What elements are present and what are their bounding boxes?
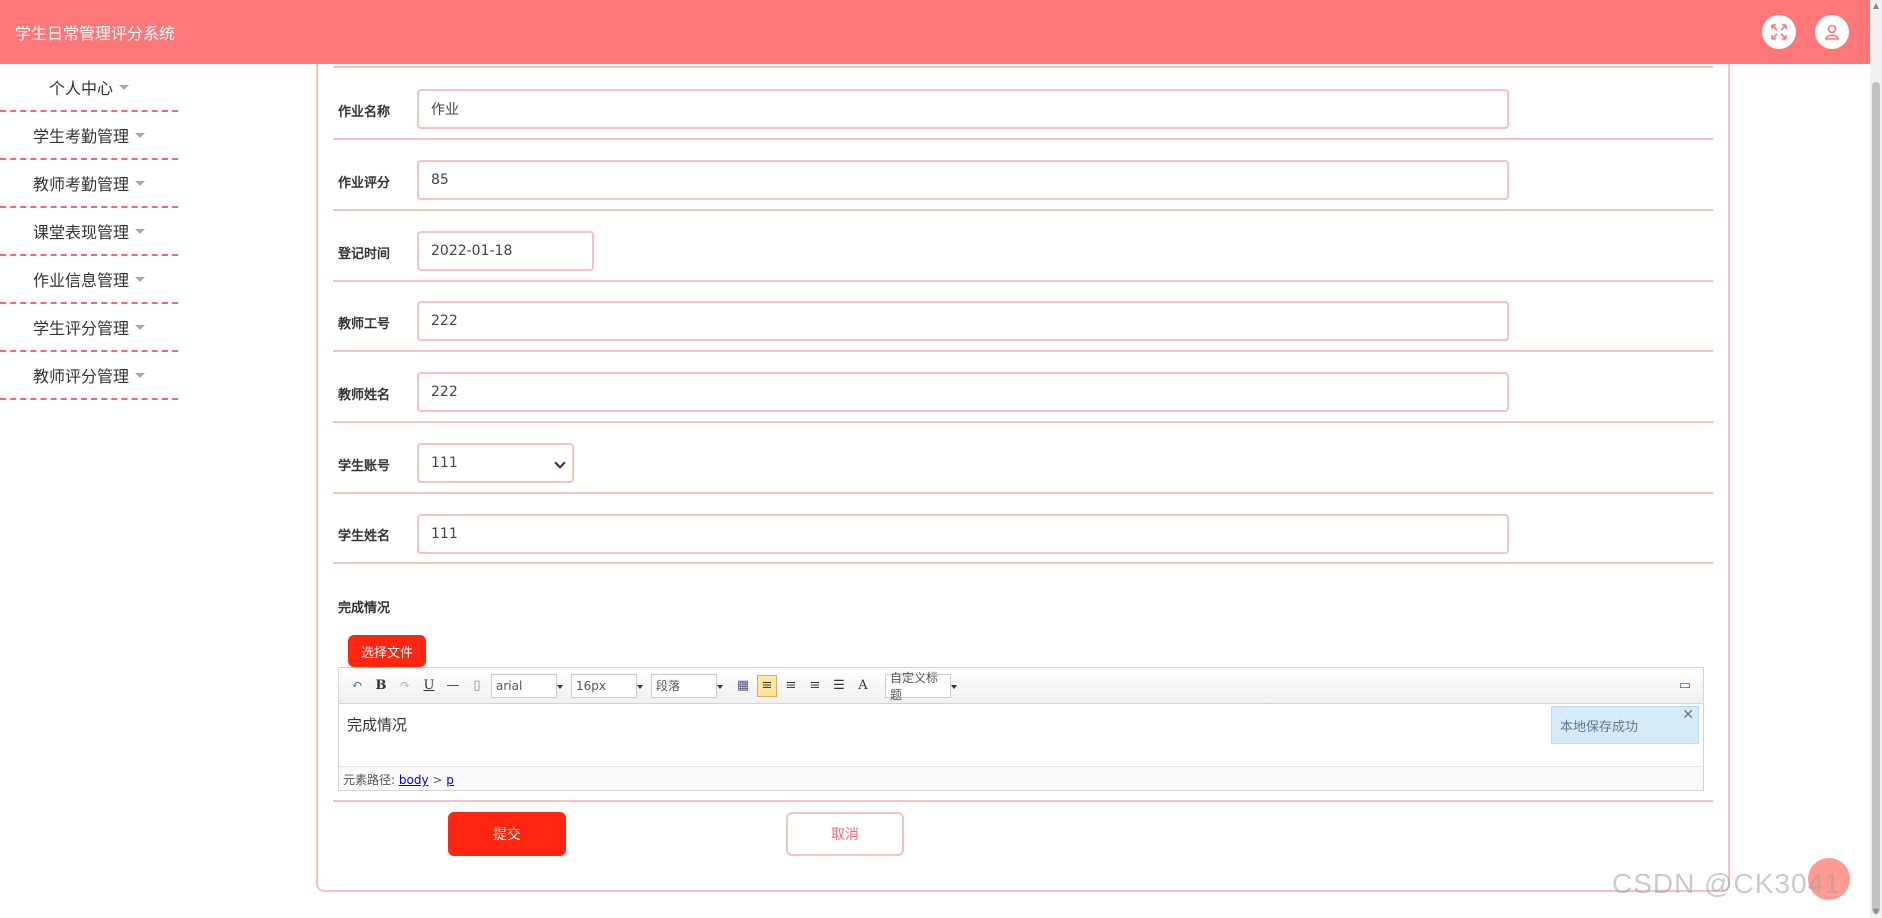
expand-icon xyxy=(1771,24,1787,40)
watermark: CSDN @CK3041 xyxy=(1612,868,1841,899)
document-icon[interactable]: ▯ xyxy=(467,675,487,697)
element-path-label: 元素路径: xyxy=(343,773,396,787)
user-menu-button[interactable] xyxy=(1815,15,1849,49)
student-name-input[interactable]: 111 xyxy=(417,514,1509,554)
sidebar-item-teacher-score[interactable]: 教师评分管理 xyxy=(0,352,178,400)
editor-content-area[interactable]: 完成情况 本地保存成功 ✕ xyxy=(339,704,1703,766)
record-time-date-input[interactable]: 2022-01-18 xyxy=(417,231,594,271)
align-center-icon[interactable]: ≡ xyxy=(805,675,825,697)
teacher-name-input[interactable]: 222 xyxy=(417,372,1509,412)
cancel-button[interactable]: 取消 xyxy=(786,812,904,856)
homework-name-label: 作业名称 xyxy=(338,105,391,120)
underline-icon[interactable]: U xyxy=(419,675,439,697)
sidebar-item-teacher-attendance[interactable]: 教师考勤管理 xyxy=(0,160,178,208)
element-path-body-link[interactable]: body xyxy=(399,773,429,787)
align-left-icon[interactable]: ≡ xyxy=(757,674,777,697)
rich-text-editor: ↶ B ↷ U — ▯ arial 16px 段落 ▦ ≡ ≡ ≡ ☰ A 自定… xyxy=(338,667,1704,791)
page-scrollbar[interactable]: ▲ ▼ xyxy=(1870,0,1882,918)
element-path-p-link[interactable]: p xyxy=(446,773,454,787)
homework-name-input[interactable]: 作业 xyxy=(417,89,1509,129)
sidebar-menu: 个人中心 学生考勤管理 教师考勤管理 课堂表现管理 作业信息管理 学生评分管理 … xyxy=(0,64,178,400)
choose-file-button[interactable]: 选择文件 xyxy=(348,635,426,667)
font-family-select[interactable]: arial xyxy=(491,673,563,698)
student-name-label: 学生姓名 xyxy=(338,529,391,544)
teacher-id-label: 教师工号 xyxy=(338,317,391,332)
sidebar-item-label: 教师考勤管理 xyxy=(32,175,129,194)
teacher-id-input[interactable]: 222 xyxy=(417,301,1509,341)
student-account-selected: 111 xyxy=(431,455,458,471)
caret-down-icon xyxy=(119,84,129,90)
completion-label: 完成情况 xyxy=(338,601,391,616)
sidebar-item-label: 学生评分管理 xyxy=(32,319,129,338)
horizontal-rule-icon[interactable]: — xyxy=(443,675,463,697)
caret-down-icon xyxy=(135,180,145,186)
submit-button[interactable]: 提交 xyxy=(448,812,566,856)
homework-score-label: 作业评分 xyxy=(338,176,391,191)
app-title: 学生日常管理评分系统 xyxy=(15,24,176,43)
sidebar-item-student-score[interactable]: 学生评分管理 xyxy=(0,304,178,352)
row-divider xyxy=(333,66,1713,68)
paragraph-select[interactable]: 段落 xyxy=(651,673,723,698)
table-icon[interactable]: ▦ xyxy=(733,675,753,697)
homework-score-input[interactable]: 85 xyxy=(417,160,1509,200)
student-account-select[interactable]: 111 xyxy=(417,443,574,483)
caret-down-icon xyxy=(135,132,145,138)
save-toast: 本地保存成功 ✕ xyxy=(1551,706,1699,744)
editor-toolbar: ↶ B ↷ U — ▯ arial 16px 段落 ▦ ≡ ≡ ≡ ☰ A 自定… xyxy=(339,668,1703,704)
caret-down-icon xyxy=(135,228,145,234)
chevron-down-icon xyxy=(554,457,566,469)
teacher-name-label: 教师姓名 xyxy=(338,388,391,403)
element-path-separator: > xyxy=(432,773,443,787)
sidebar-item-label: 个人中心 xyxy=(48,79,113,98)
scrollbar-thumb[interactable] xyxy=(1872,82,1880,914)
custom-title-select[interactable]: 自定义标题 xyxy=(885,671,957,702)
sidebar-item-homework-info[interactable]: 作业信息管理 xyxy=(0,256,178,304)
scroll-down-icon[interactable]: ▼ xyxy=(1872,908,1880,916)
redo-icon[interactable]: ↷ xyxy=(395,675,415,697)
scroll-up-icon[interactable]: ▲ xyxy=(1872,2,1880,10)
caret-down-icon xyxy=(135,276,145,282)
font-size-select[interactable]: 16px xyxy=(571,673,643,698)
editor-content: 完成情况 xyxy=(347,716,408,734)
close-icon[interactable]: ✕ xyxy=(1682,707,1694,723)
sidebar-item-label: 作业信息管理 xyxy=(32,271,129,290)
user-icon xyxy=(1825,24,1839,40)
sidebar-item-class-performance[interactable]: 课堂表现管理 xyxy=(0,208,178,256)
element-path-bar: 元素路径: body > p xyxy=(339,766,1703,790)
toast-message: 本地保存成功 xyxy=(1560,719,1639,735)
bold-icon[interactable]: B xyxy=(371,675,391,697)
sidebar-item-label: 课堂表现管理 xyxy=(32,223,129,242)
align-right-icon[interactable]: ≡ xyxy=(781,675,801,697)
sidebar-item-label: 学生考勤管理 xyxy=(32,127,129,146)
fullscreen-editor-icon[interactable]: ▭ xyxy=(1675,675,1695,697)
undo-icon[interactable]: ↶ xyxy=(347,675,367,697)
caret-down-icon xyxy=(135,372,145,378)
student-account-label: 学生账号 xyxy=(338,459,391,474)
fullscreen-button[interactable] xyxy=(1762,15,1796,49)
sidebar-item-label: 教师评分管理 xyxy=(32,367,129,386)
sidebar-item-student-attendance[interactable]: 学生考勤管理 xyxy=(0,112,178,160)
top-header: 学生日常管理评分系统 xyxy=(0,0,1870,64)
record-time-label: 登记时间 xyxy=(338,247,391,262)
sidebar-item-personal-center[interactable]: 个人中心 xyxy=(0,64,178,112)
font-color-icon[interactable]: A xyxy=(853,675,873,697)
caret-down-icon xyxy=(135,324,145,330)
align-justify-icon[interactable]: ☰ xyxy=(829,675,849,697)
